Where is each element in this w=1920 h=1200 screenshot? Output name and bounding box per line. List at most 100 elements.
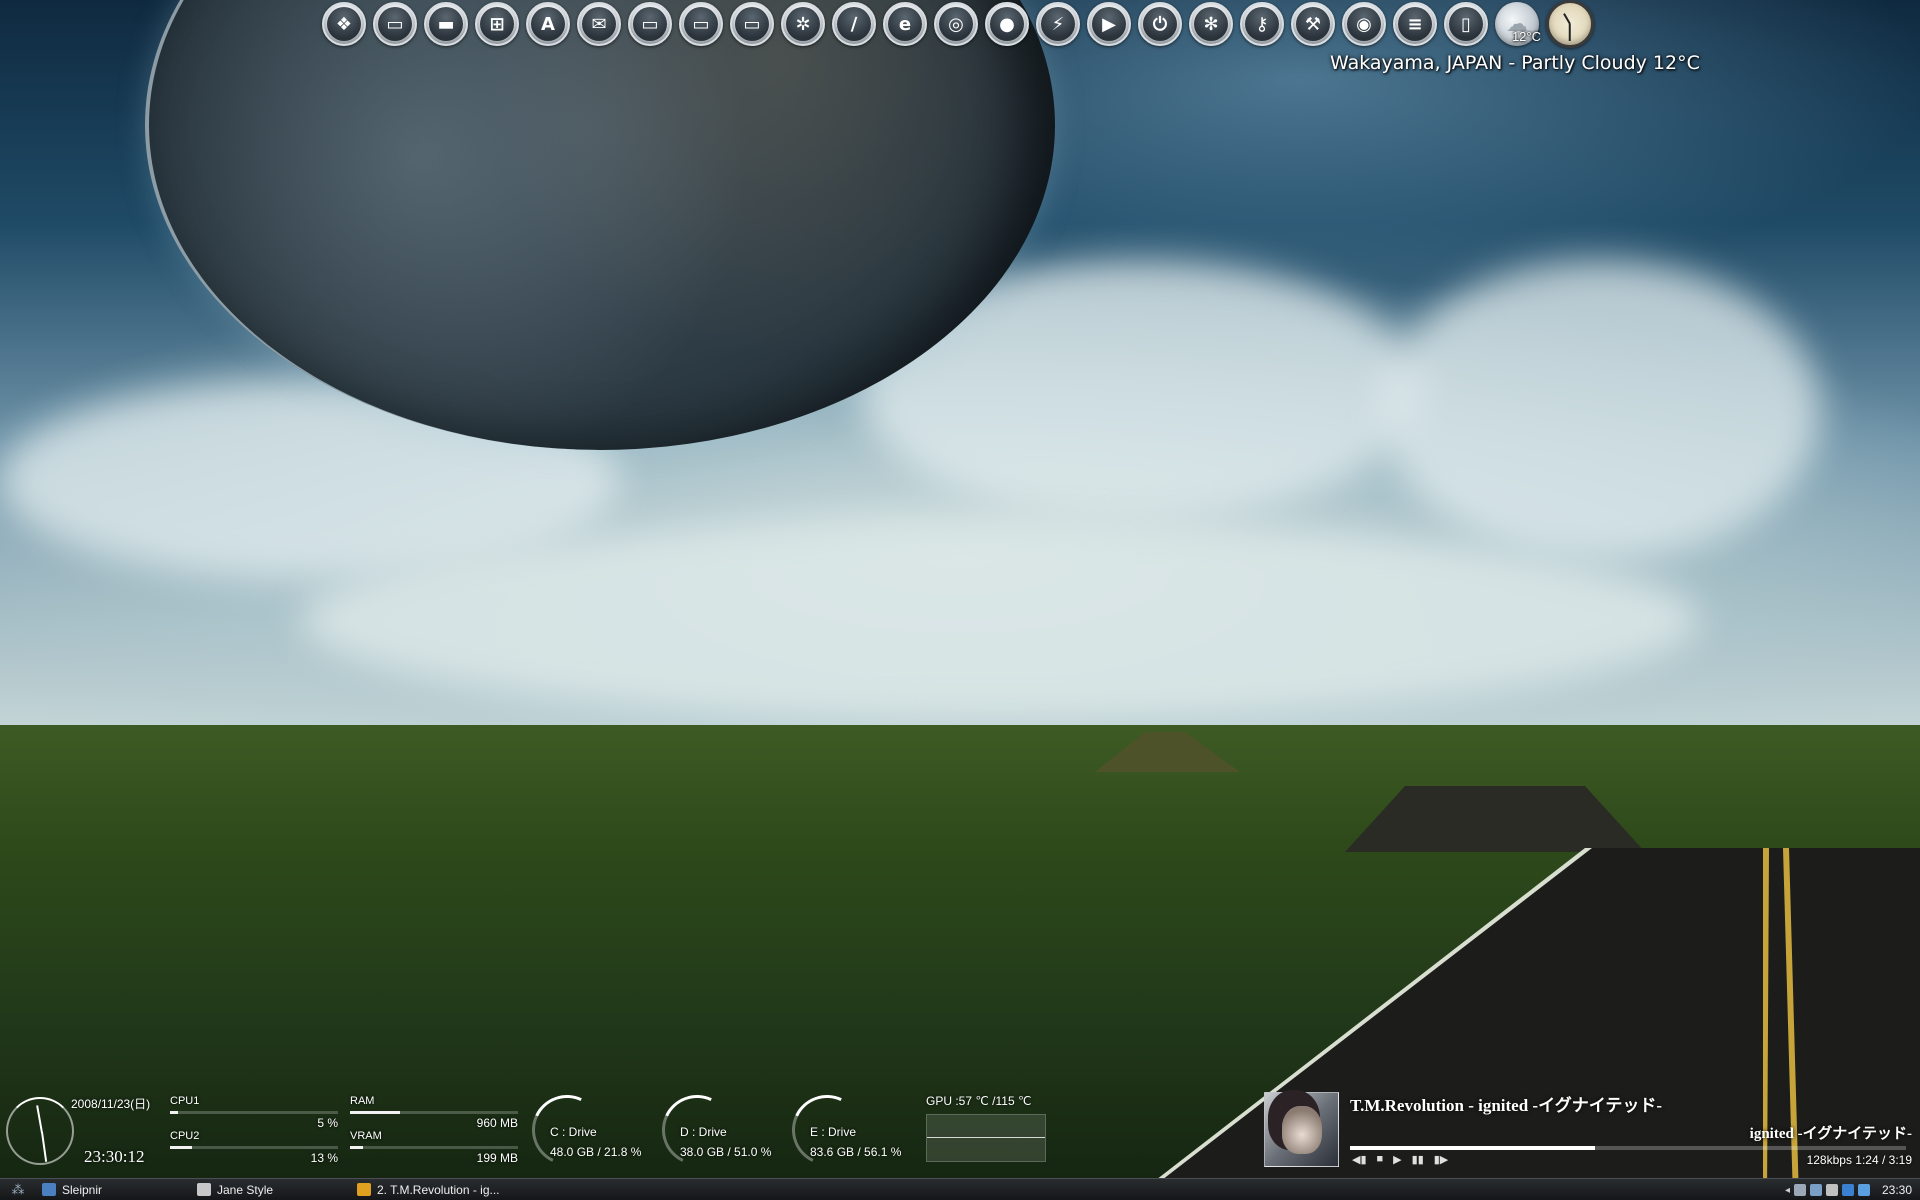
clock-hour-hand	[1563, 13, 1571, 25]
dock-item[interactable]: ❖	[322, 2, 366, 46]
next-icon[interactable]: ▮▶	[1434, 1153, 1449, 1166]
gpu-temp-label: GPU :57 ℃ /115 ℃	[926, 1094, 1032, 1108]
cpu2-bar	[170, 1146, 338, 1149]
tray-expand-icon[interactable]: ◂	[1785, 1185, 1790, 1196]
vram-label: VRAM	[350, 1130, 382, 1142]
key-icon: ⚷	[1245, 7, 1279, 41]
vram-bar-fill	[350, 1146, 364, 1149]
clock-hour-hand	[36, 1105, 43, 1134]
taskbar-item-label: Sleipnir	[62, 1182, 103, 1197]
ram-meter: RAM 960 MB	[350, 1095, 518, 1130]
dock-item[interactable]: ▭	[373, 2, 417, 46]
dock-item[interactable]: ▬	[424, 2, 468, 46]
power-icon: ⏻	[1143, 7, 1177, 41]
vram-value: 199 MB	[476, 1151, 518, 1165]
taskbar-item-player[interactable]: 2. T.M.Revolution - ig...	[351, 1180, 511, 1200]
dock-item[interactable]: ⚒	[1291, 2, 1335, 46]
cloud	[300, 520, 1700, 720]
firefox-icon: ◎	[939, 7, 973, 41]
stop-icon[interactable]: ■	[1377, 1153, 1384, 1166]
cpu1-bar-fill	[170, 1111, 179, 1114]
dock-item[interactable]: ≡	[1393, 2, 1437, 46]
windows-icon: ⁂	[11, 1181, 25, 1197]
dock-item[interactable]: ⚷	[1240, 2, 1284, 46]
clock-minute-hand	[1569, 24, 1571, 41]
windows-icon: ❖	[327, 7, 361, 41]
music-player: T.M.Revolution - ignited -イグナイテッド- ignit…	[1264, 1089, 1920, 1179]
sleipnir-icon	[42, 1183, 56, 1196]
cpu2-bar-fill	[170, 1146, 192, 1149]
gpu-graph	[926, 1114, 1046, 1162]
volume-icon[interactable]	[1857, 1184, 1870, 1196]
gpu-monitor: GPU :57 ℃ /115 ℃	[926, 1094, 1046, 1162]
drive-e-label: E : Drive	[810, 1125, 857, 1139]
font-icon: A	[531, 7, 565, 41]
jane-style-icon	[197, 1183, 211, 1196]
dock-item[interactable]: ▶	[1087, 2, 1131, 46]
dock-item[interactable]: ◎	[934, 2, 978, 46]
lightning-icon: ⚡	[1041, 7, 1075, 41]
dock-item[interactable]: ✉	[577, 2, 621, 46]
desktop-wallpaper	[0, 0, 1920, 1200]
seek-bar[interactable]	[1350, 1146, 1906, 1150]
network-icon[interactable]	[1809, 1184, 1822, 1196]
analog-clock	[6, 1097, 74, 1165]
date-label: 2008/11/23(日)	[71, 1097, 151, 1111]
album-cover	[1264, 1092, 1339, 1167]
clock-minute-hand	[41, 1131, 48, 1162]
dock-item[interactable]: ●	[985, 2, 1029, 46]
drive-icon: ▭	[633, 7, 667, 41]
dock-item[interactable]: ⚡	[1036, 2, 1080, 46]
drive-icon: ▭	[735, 7, 769, 41]
ime-icon[interactable]	[1825, 1184, 1838, 1196]
dock-item[interactable]: ▯	[1444, 2, 1488, 46]
taskbar-item-jane-style[interactable]: Jane Style	[191, 1180, 351, 1200]
monitor-icon: ▭	[378, 7, 412, 41]
drive-e-gauge: E : Drive 83.6 GB / 56.1 %	[782, 1085, 912, 1175]
taskbar: ⁂ Sleipnir Jane Style 2. T.M.Revolution …	[0, 1178, 1920, 1200]
drive-c-label: C : Drive	[550, 1125, 597, 1139]
drive-icon: ▭	[684, 7, 718, 41]
trash-icon: ▯	[1449, 7, 1483, 41]
clock-widget[interactable]	[1546, 0, 1594, 48]
play-icon[interactable]: ▶	[1393, 1153, 1401, 1166]
dock-item[interactable]: e	[883, 2, 927, 46]
settings-wheel-icon: ✲	[786, 7, 820, 41]
dock-item[interactable]: ⏻	[1138, 2, 1182, 46]
ram-label: RAM	[350, 1095, 375, 1107]
user-icon[interactable]	[1793, 1184, 1806, 1196]
dock-item[interactable]: ▭	[730, 2, 774, 46]
weather-widget[interactable]: ☁ 12°C	[1495, 2, 1541, 46]
time-label: 23:30:12	[84, 1147, 145, 1166]
dock-item[interactable]: ✲	[781, 2, 825, 46]
dock-item[interactable]: ∕	[832, 2, 876, 46]
track-title: T.M.Revolution - ignited -イグナイテッド-	[1350, 1096, 1663, 1115]
seek-bar-fill	[1350, 1146, 1595, 1150]
cpu1-value: 5 %	[317, 1116, 338, 1130]
snowflake-icon: ✻	[1194, 7, 1228, 41]
app-tray-icon[interactable]	[1841, 1184, 1854, 1196]
dock-item[interactable]: ▭	[628, 2, 672, 46]
hammer-icon: ⚒	[1296, 7, 1330, 41]
ram-bar-fill	[350, 1111, 401, 1114]
drive-d-value: 38.0 GB / 51.0 %	[680, 1145, 772, 1159]
start-button[interactable]: ⁂	[0, 1179, 36, 1200]
player-icon	[357, 1183, 371, 1196]
previous-icon[interactable]: ◀▮	[1352, 1153, 1367, 1166]
weather-label: Wakayama, JAPAN - Partly Cloudy 12°C	[1330, 52, 1700, 74]
bitrate-time: 128kbps 1:24 / 3:19	[1806, 1153, 1912, 1167]
dock-item[interactable]: ⊞	[475, 2, 519, 46]
cpu1-bar	[170, 1111, 338, 1114]
taskbar-item-sleipnir[interactable]: Sleipnir	[36, 1180, 191, 1200]
dock-item[interactable]: ▭	[679, 2, 723, 46]
dock-item[interactable]: ✻	[1189, 2, 1233, 46]
pen-icon: ∕	[837, 7, 871, 41]
play-icon: ▶	[1092, 7, 1126, 41]
dock-item[interactable]: ◉	[1342, 2, 1386, 46]
cpu2-meter: CPU2 13 %	[170, 1130, 338, 1165]
speaker-icon: ◉	[1347, 7, 1381, 41]
tray-clock[interactable]: 23:30	[1882, 1183, 1912, 1197]
pause-icon[interactable]: ▮▮	[1412, 1153, 1424, 1166]
track-subtitle: ignited -イグナイテッド-	[1749, 1126, 1912, 1142]
dock-item[interactable]: A	[526, 2, 570, 46]
